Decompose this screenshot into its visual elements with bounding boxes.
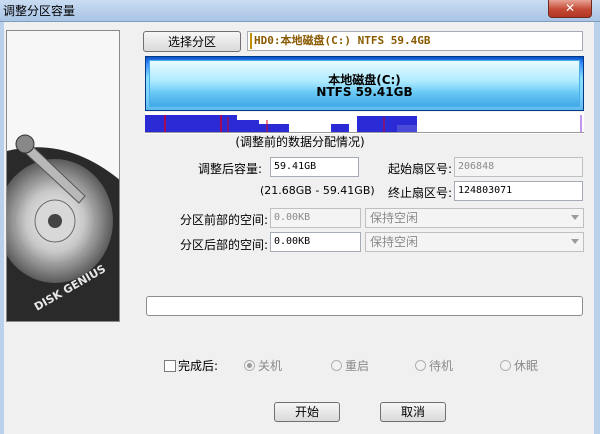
partition-detail: NTFS 59.41GB (316, 85, 413, 99)
close-button[interactable]: ✕ (548, 0, 592, 18)
used-block-4 (331, 124, 349, 132)
space-before-select-value: 保持空闲 (370, 211, 419, 225)
space-after-select-value: 保持空闲 (370, 235, 419, 249)
disk-marker-icon (250, 33, 252, 49)
select-partition-button[interactable]: 选择分区 (143, 31, 241, 52)
after-done-checkbox[interactable]: 完成后: (164, 357, 218, 374)
radio-icon (500, 360, 511, 371)
space-after-select: 保持空闲 (365, 232, 584, 252)
radio-selected-icon (244, 360, 255, 371)
radio-standby-label: 待机 (429, 359, 454, 373)
size-range-text: (21.68GB - 59.41GB) (260, 184, 375, 197)
start-button[interactable]: 开始 (274, 402, 340, 422)
progress-bar (146, 296, 583, 316)
radio-standby: 待机 (415, 357, 453, 374)
title-bar: 调整分区容量 ✕ (0, 0, 600, 22)
start-sector-label: 起始扇区号: (388, 162, 453, 176)
disk-info-field: HD0:本地磁盘(C:) NTFS 59.4GB (247, 31, 583, 51)
space-after-input[interactable]: 0.00KB (270, 232, 361, 252)
new-size-input[interactable]: 59.41GB (270, 157, 359, 177)
radio-restart: 重启 (331, 357, 369, 374)
end-sector-input[interactable]: 124803071 (454, 181, 583, 201)
close-icon: ✕ (564, 1, 576, 15)
radio-shutdown: 关机 (244, 357, 282, 374)
used-block-3 (259, 124, 289, 132)
start-sector-field: 206848 (454, 157, 583, 177)
data-distribution-bar (145, 112, 584, 134)
radio-shutdown-label: 关机 (258, 359, 283, 373)
disk-genius-banner-image: DISK GENIUS (6, 30, 120, 322)
chevron-down-icon (571, 239, 579, 244)
partition-bar[interactable]: 本地磁盘(C:) NTFS 59.41GB (145, 56, 584, 111)
window-frame-left (0, 22, 4, 434)
radio-icon (415, 360, 426, 371)
used-block-6 (397, 125, 417, 132)
space-before-input: 0.00KB (270, 208, 361, 228)
chevron-down-icon (571, 215, 579, 220)
window-frame-right (594, 22, 600, 434)
space-after-label: 分区后部的空间: (180, 238, 269, 252)
used-block-1 (145, 115, 237, 132)
radio-restart-label: 重启 (345, 359, 370, 373)
window-title: 调整分区容量 (3, 4, 76, 18)
hard-disk-illustration: DISK GENIUS (7, 31, 119, 321)
new-size-label: 调整后容量: (198, 162, 263, 176)
space-before-select: 保持空闲 (365, 208, 584, 228)
disk-info-text: HD0:本地磁盘(C:) NTFS 59.4GB (254, 34, 431, 47)
checkbox-icon (164, 360, 176, 372)
cancel-button[interactable]: 取消 (380, 402, 446, 422)
distribution-caption: (调整前的数据分配情况) (235, 135, 365, 149)
radio-icon (331, 360, 342, 371)
space-before-label: 分区前部的空间: (180, 213, 269, 227)
radio-hibernate: 休眠 (500, 357, 538, 374)
end-sector-label: 终止扇区号: (388, 186, 453, 200)
radio-hibernate-label: 休眠 (514, 359, 539, 373)
after-done-label: 完成后: (178, 359, 219, 373)
used-block-2 (237, 120, 259, 132)
